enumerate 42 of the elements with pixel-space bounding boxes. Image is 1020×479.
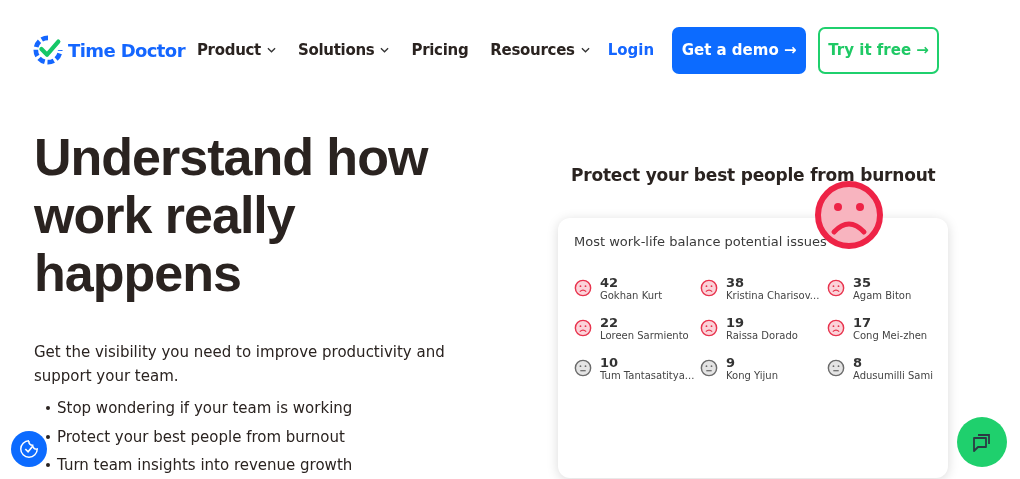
person-name: Tum Tantasatitya... [600, 370, 695, 381]
chat-button[interactable] [957, 417, 1007, 467]
issue-count: 22 [600, 315, 620, 330]
nav-link[interactable]: Product [196, 41, 276, 59]
bullet-text: Turn team insights into revenue growth [57, 456, 353, 475]
issue-count: 35 [853, 275, 873, 290]
logo-icon[interactable] [33, 35, 63, 65]
person-name: Raissa Dorado [726, 330, 798, 341]
cookie-check-icon [18, 438, 40, 460]
nav-link[interactable]: Resources [490, 41, 590, 59]
bullet-icon [46, 406, 50, 411]
hero-intro: Get the visibility you need to improve productivity and support your team. [34, 342, 446, 387]
accessibility-button[interactable] [11, 431, 47, 467]
person-name: Kristina Charisov... [726, 290, 820, 301]
hero-heading: Understand how work really happens [34, 128, 430, 302]
person-name: Loreen Sarmiento [600, 330, 689, 341]
issue-count: 17 [853, 315, 873, 330]
card-title: Most work-life balance potential issues [574, 234, 828, 249]
chevron-down-icon [267, 47, 276, 53]
nav-link[interactable]: Solutions [298, 41, 390, 59]
login-link[interactable]: Login [607, 41, 655, 59]
person-name: Cong Mei-zhen [853, 330, 928, 341]
issue-count: 38 [726, 275, 746, 290]
bullet-icon [46, 463, 50, 468]
nav-link[interactable]: Pricing [411, 41, 469, 59]
person-name: Adusumilli Sami [853, 370, 933, 381]
brand-name[interactable]: Time Doctor [68, 39, 185, 61]
bullet-text: Stop wondering if your team is working [57, 399, 353, 418]
chevron-down-icon [580, 47, 590, 53]
chevron-down-icon [380, 47, 390, 53]
bullet-icon [46, 434, 50, 439]
demo-button[interactable]: Get a demo → [672, 26, 807, 74]
person-name: Gokhan Kurt [600, 290, 663, 301]
person-name: Kong Yijun [726, 370, 779, 381]
issue-count: 42 [600, 275, 620, 290]
bullet-text: Protect your best people from burnout [57, 427, 345, 446]
person-name: Agam Biton [853, 290, 912, 301]
issue-count: 8 [853, 355, 864, 370]
issue-count: 9 [726, 355, 737, 370]
issue-count: 19 [726, 315, 746, 330]
issue-count: 10 [600, 355, 620, 370]
panel-title: Protect your best people from burnout [571, 165, 937, 185]
